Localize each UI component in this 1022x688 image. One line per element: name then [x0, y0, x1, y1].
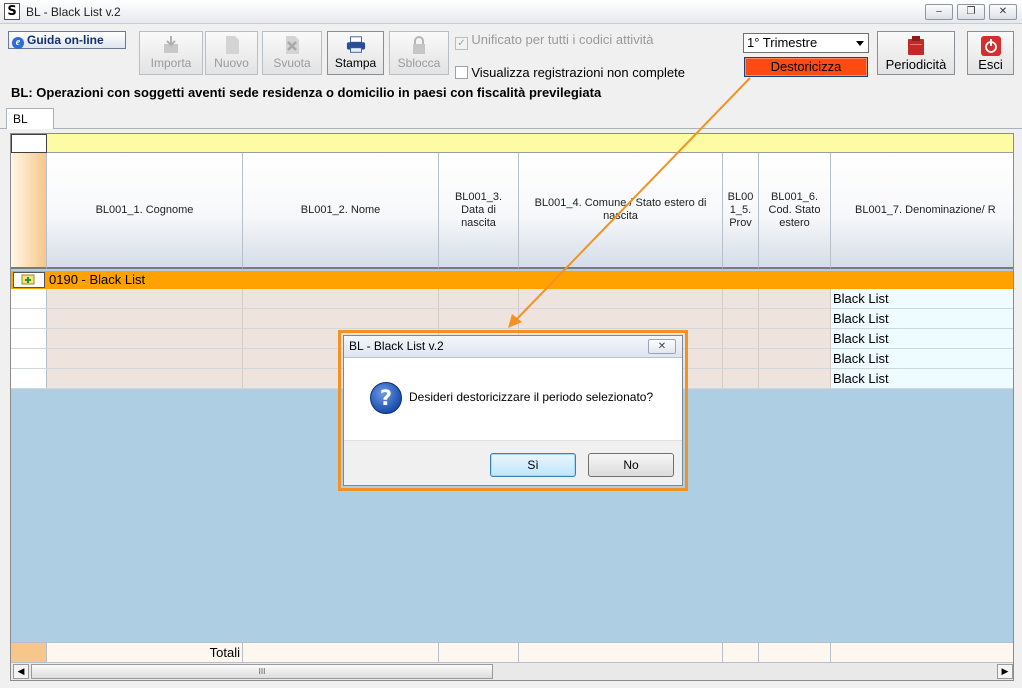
no-button[interactable]: No	[588, 453, 674, 477]
confirm-dialog: BL - Black List v.2 ✕ ? Desideri destori…	[343, 335, 683, 486]
dialog-titlebar: BL - Black List v.2 ✕	[344, 336, 682, 358]
question-icon: ?	[370, 382, 402, 414]
yes-button[interactable]: Sì	[490, 453, 576, 477]
dialog-close-button[interactable]: ✕	[648, 339, 676, 354]
dialog-title: BL - Black List v.2	[349, 339, 444, 353]
dialog-message: Desideri destoricizzare il periodo selez…	[409, 390, 654, 404]
